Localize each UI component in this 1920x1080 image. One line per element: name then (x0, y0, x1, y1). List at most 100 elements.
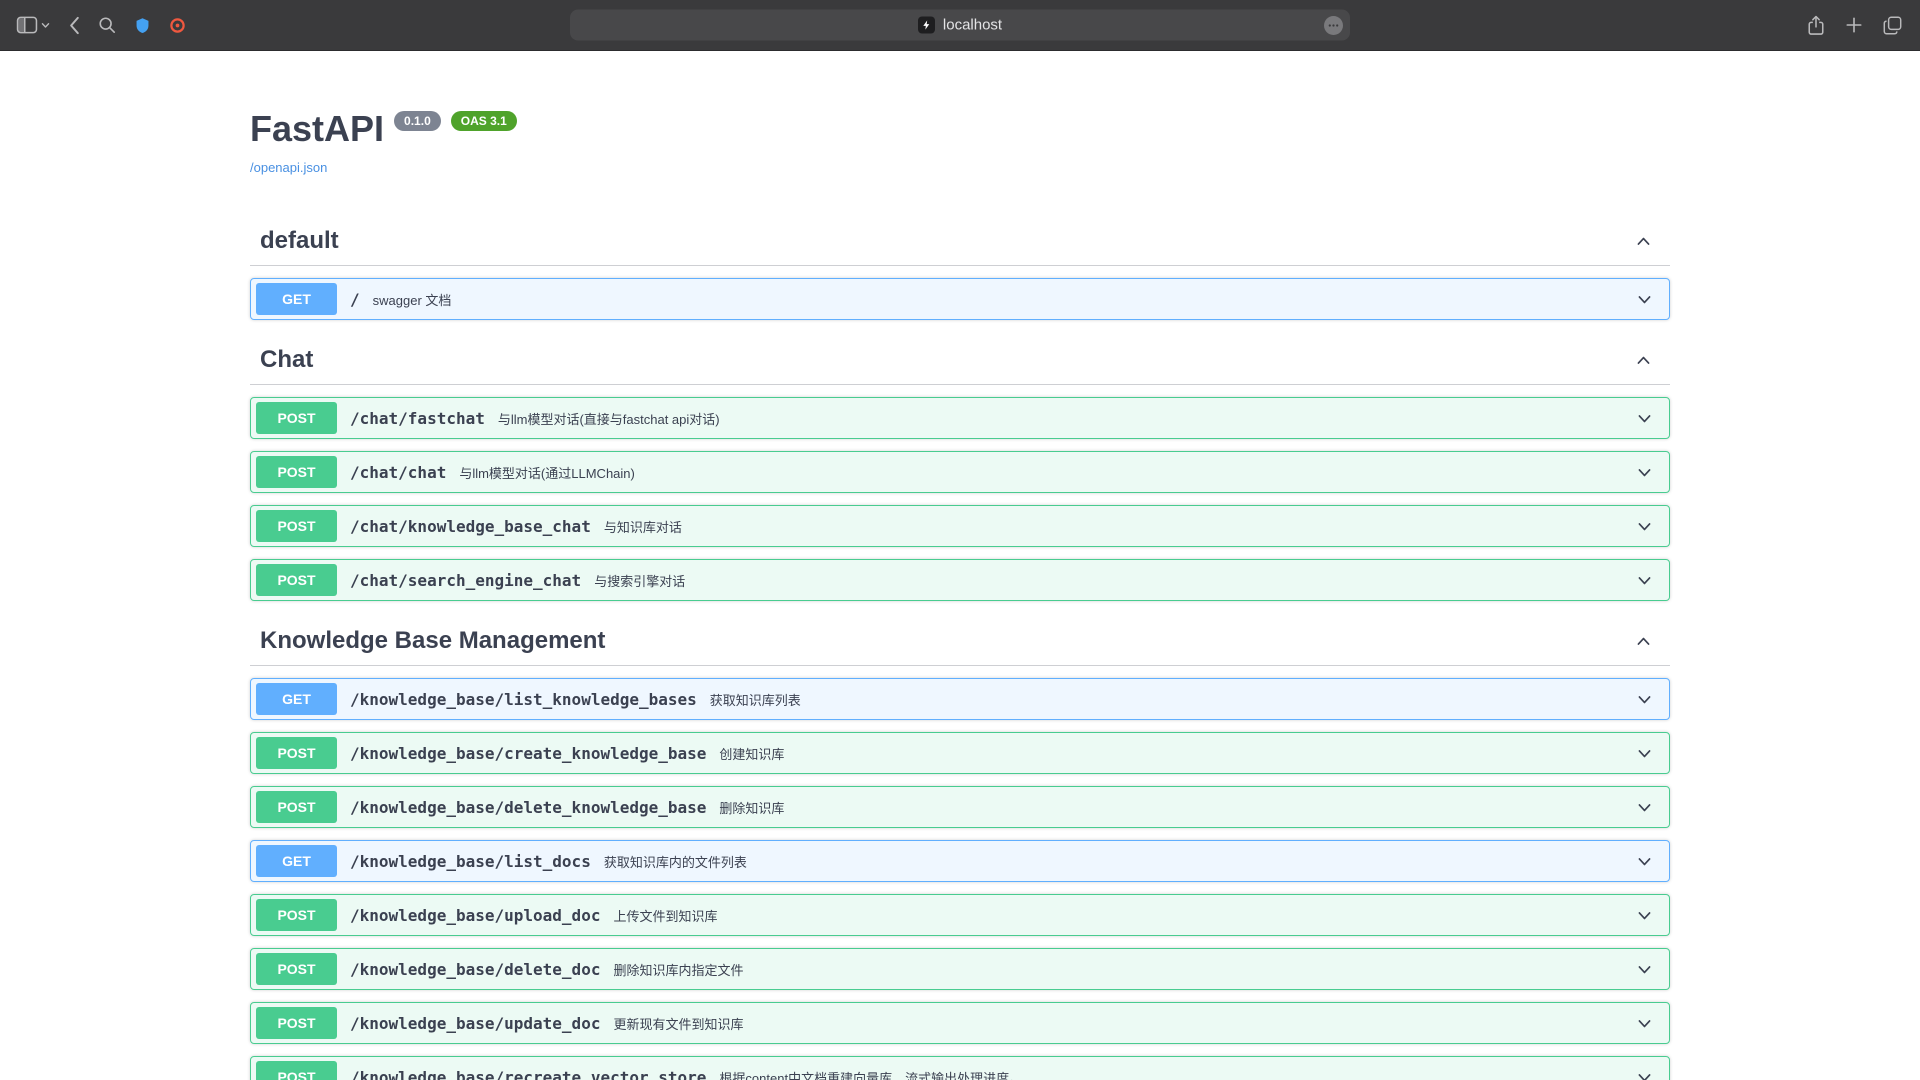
section-header[interactable]: Knowledge Base Management (250, 619, 1670, 666)
operation-row[interactable]: POST/chat/search_engine_chat 与搜索引擎对话 (250, 559, 1670, 601)
operation-path: / (350, 290, 360, 309)
address-bar[interactable]: localhost (570, 10, 1350, 41)
api-info: FastAPI 0.1.0 OAS 3.1 /openapi.json (250, 51, 1670, 177)
oas-badge: OAS 3.1 (451, 111, 517, 131)
method-badge: POST (256, 456, 337, 488)
operation-path: /knowledge_base/upload_doc (350, 906, 600, 925)
operation-path: /knowledge_base/delete_doc (350, 960, 600, 979)
operation-row[interactable]: POST/knowledge_base/create_knowledge_bas… (250, 732, 1670, 774)
operation-expand-button[interactable] (1634, 959, 1655, 980)
operation-description: 根据content中文档重建向量库，流式输出处理进度。 (719, 1068, 1022, 1080)
operation-description: 获取知识库列表 (710, 690, 801, 709)
operation-row[interactable]: POST/knowledge_base/upload_doc 上传文件到知识库 (250, 894, 1670, 936)
openapi-spec-link[interactable]: /openapi.json (250, 160, 327, 175)
operation-expand-button[interactable] (1634, 289, 1655, 310)
operation-expand-button[interactable] (1634, 1067, 1655, 1080)
chevron-left-icon (68, 16, 80, 35)
method-badge: POST (256, 953, 337, 985)
operation-path: /chat/search_engine_chat (350, 571, 581, 590)
chevron-down-icon (1636, 464, 1653, 481)
operation-description: 上传文件到知识库 (613, 906, 717, 925)
chevron-down-icon (1636, 961, 1653, 978)
search-button[interactable] (96, 14, 118, 36)
chevron-down-icon (1636, 518, 1653, 535)
toolbar-left-group (14, 14, 188, 37)
operation-row[interactable]: POST/knowledge_base/delete_doc 删除知识库内指定文件 (250, 948, 1670, 990)
operation-expand-button[interactable] (1634, 851, 1655, 872)
section-collapse-button[interactable] (1633, 631, 1654, 652)
operation-description: 更新现有文件到知识库 (613, 1014, 743, 1033)
operation-row[interactable]: GET/swagger 文档 (250, 278, 1670, 320)
operation-row[interactable]: POST/knowledge_base/delete_knowledge_bas… (250, 786, 1670, 828)
api-sections: default GET / swagger 文档 Chat POST/chat/fastc… (250, 213, 1670, 1080)
red-extension-icon (169, 17, 186, 34)
red-extension-button[interactable] (167, 15, 188, 36)
operation-description: swagger 文档 (373, 290, 452, 309)
method-badge: POST (256, 737, 337, 769)
operation-path: /chat/fastchat (350, 409, 485, 428)
chevron-down-icon (1636, 799, 1653, 816)
operation-path: /chat/chat (350, 463, 446, 482)
operation-description: 与搜索引擎对话 (594, 571, 685, 590)
browser-toolbar: localhost (0, 0, 1920, 51)
section-title: Knowledge Base Management (260, 627, 605, 655)
section-header[interactable]: Chat (250, 338, 1670, 385)
operation-expand-button[interactable] (1634, 570, 1655, 591)
operation-expand-button[interactable] (1634, 797, 1655, 818)
page-settings-button[interactable] (1324, 16, 1343, 35)
sidebar-icon (16, 16, 38, 34)
chevron-down-icon (1636, 691, 1653, 708)
chevron-down-icon (1636, 572, 1653, 589)
operation-row[interactable]: POST/knowledge_base/recreate_vector_stor… (250, 1056, 1670, 1080)
chevron-down-icon (1636, 1015, 1653, 1032)
operation-expand-button[interactable] (1634, 408, 1655, 429)
method-badge: GET (256, 683, 337, 715)
operation-row[interactable]: GET/knowledge_base/list_docs获取知识库内的文件列表 (250, 840, 1670, 882)
chevron-down-icon (1636, 745, 1653, 762)
share-icon (1807, 15, 1825, 36)
version-badge: 0.1.0 (394, 111, 441, 131)
method-badge: POST (256, 564, 337, 596)
method-badge: POST (256, 402, 337, 434)
chevron-down-icon (1636, 907, 1653, 924)
method-badge: POST (256, 791, 337, 823)
share-button[interactable] (1805, 13, 1827, 38)
operation-row[interactable]: POST/knowledge_base/update_doc更新现有文件到知识库 (250, 1002, 1670, 1044)
operation-row[interactable]: GET/knowledge_base/list_knowledge_bases 获… (250, 678, 1670, 720)
back-button[interactable] (66, 14, 82, 37)
section-collapse-button[interactable] (1633, 350, 1654, 371)
chevron-up-icon (1635, 633, 1652, 650)
tab-overview-icon (1883, 16, 1902, 35)
operation-expand-button[interactable] (1634, 516, 1655, 537)
operation-description: 与知识库对话 (604, 517, 682, 536)
operation-description: 删除知识库内指定文件 (613, 960, 743, 979)
content-wrapper: FastAPI 0.1.0 OAS 3.1 /openapi.json defa… (230, 51, 1690, 1080)
blue-extension-icon (134, 17, 151, 34)
tab-overview-button[interactable] (1881, 14, 1904, 37)
operation-row[interactable]: POST/chat/fastchat 与llm模型对话(直接与fastchat a… (250, 397, 1670, 439)
method-badge: POST (256, 899, 337, 931)
new-tab-button[interactable] (1843, 14, 1865, 36)
operation-expand-button[interactable] (1634, 743, 1655, 764)
method-badge: POST (256, 1061, 337, 1080)
operation-description: 与llm模型对话(通过LLMChain) (459, 463, 635, 482)
section-collapse-button[interactable] (1633, 231, 1654, 252)
operation-row[interactable]: POST/chat/chat 与llm模型对话(通过LLMChain) (250, 451, 1670, 493)
sidebar-toggle-button[interactable] (14, 14, 52, 36)
url-text: localhost (943, 17, 1002, 34)
section-header[interactable]: default (250, 219, 1670, 266)
blue-extension-button[interactable] (132, 15, 153, 36)
operation-expand-button[interactable] (1634, 1013, 1655, 1034)
chevron-down-icon (1636, 410, 1653, 427)
operation-expand-button[interactable] (1634, 905, 1655, 926)
operation-description: 与llm模型对话(直接与fastchat api对话) (498, 409, 720, 428)
operation-description: 创建知识库 (719, 744, 784, 763)
operation-path: /knowledge_base/update_doc (350, 1014, 600, 1033)
operation-expand-button[interactable] (1634, 462, 1655, 483)
chevron-down-icon (1636, 291, 1653, 308)
operation-expand-button[interactable] (1634, 689, 1655, 710)
api-title: FastAPI (250, 107, 384, 150)
operation-row[interactable]: POST/chat/knowledge_base_chat与知识库对话 (250, 505, 1670, 547)
api-section-knowledge-base-management: Knowledge Base Management GET/knowledge_b… (250, 613, 1670, 1080)
operation-path: /knowledge_base/list_knowledge_bases (350, 690, 697, 709)
